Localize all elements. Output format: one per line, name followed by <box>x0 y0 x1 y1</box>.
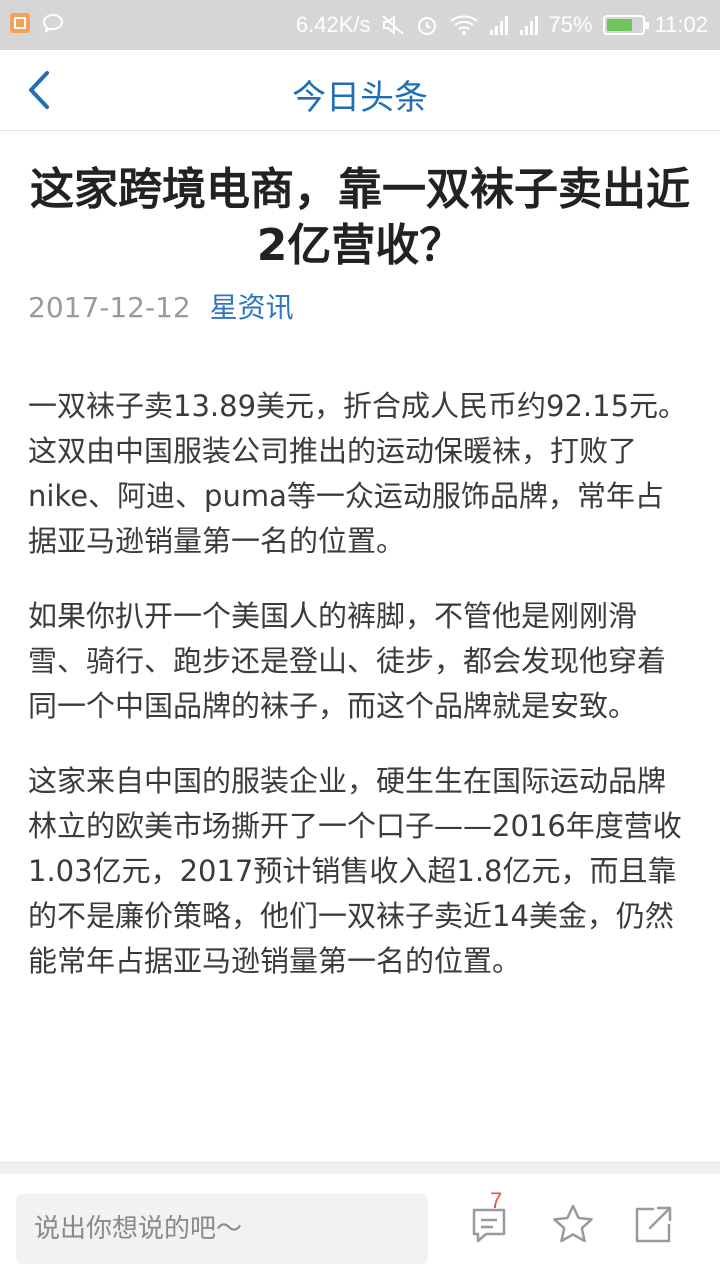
mute-icon <box>381 14 405 36</box>
status-bar: 6.42K/s 75% 11:02 <box>0 0 720 50</box>
alarm-icon <box>415 13 439 37</box>
comment-count-badge: 7 <box>490 1188 503 1213</box>
share-button[interactable] <box>630 1202 676 1248</box>
status-bar-left <box>10 13 64 34</box>
battery-level-fill <box>606 19 633 31</box>
article-paragraph: 一双袜子卖13.89美元，折合成人民币约92.15元。这双由中国服装公司推出的运… <box>28 389 688 558</box>
article-source-link[interactable]: 星资讯 <box>210 291 294 324</box>
status-bar-right: 6.42K/s 75% 11:02 <box>296 0 708 50</box>
article-paragraph: 如果你扒开一个美国人的裤脚，不管他是刚刚滑雪、骑行、跑步还是登山、徒步，都会发现… <box>28 599 667 723</box>
signal-icon <box>519 14 539 36</box>
chat-bubble-icon <box>42 13 64 34</box>
signal-icon <box>489 14 509 36</box>
nav-bar: 今日头条 <box>0 50 720 131</box>
favorite-button[interactable] <box>550 1202 596 1248</box>
app-notification-icon <box>10 13 30 33</box>
article-date: 2017-12-12 <box>28 291 191 324</box>
article-title: 这家跨境电商，靠一双袜子卖出近2亿营收？ <box>30 164 690 271</box>
article-body: 一双袜子卖13.89美元，折合成人民币约92.15元。这双由中国服装公司推出的运… <box>28 384 692 984</box>
article-paragraph: 这家来自中国的服装企业，硬生生在国际运动品牌林立的欧美市场撕开了一个口子——20… <box>28 764 682 978</box>
nav-title: 今日头条 <box>292 78 428 118</box>
battery-icon <box>602 15 649 35</box>
comment-input[interactable]: 说出你想说的吧～ <box>16 1194 428 1264</box>
battery-percentage: 75% <box>548 12 593 37</box>
article-meta: 2017-12-12 星资讯 <box>28 288 692 328</box>
network-speed: 6.42K/s <box>295 12 371 37</box>
star-icon <box>553 1204 593 1243</box>
wifi-icon <box>449 14 479 36</box>
bottom-toolbar: 说出你想说的吧～ 7 <box>0 1174 720 1280</box>
share-icon <box>635 1206 672 1243</box>
article: 这家跨境电商，靠一双袜子卖出近2亿营收？ 2017-12-12 星资讯 一双袜子… <box>28 130 692 1014</box>
status-time: 11:02 <box>654 12 708 37</box>
